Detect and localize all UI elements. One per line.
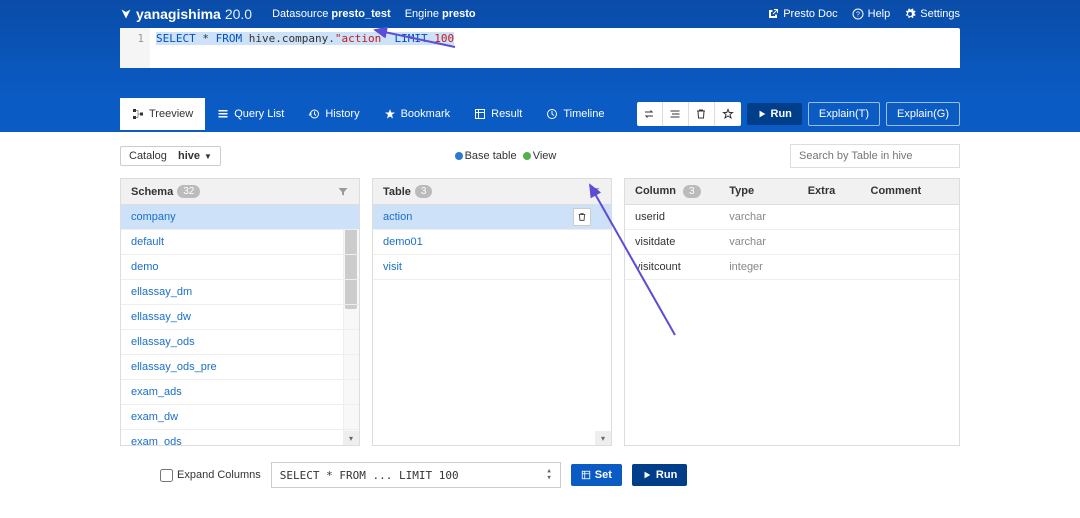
schema-item[interactable]: default bbox=[121, 230, 359, 255]
schema-item[interactable]: ellassay_ods bbox=[121, 330, 359, 355]
filter-icon[interactable] bbox=[589, 186, 601, 198]
catalog-select[interactable]: Catalog hive ▼ bbox=[120, 146, 221, 166]
sql-code[interactable]: SELECT * FROM hive.company."action" LIMI… bbox=[150, 28, 960, 68]
format-icon[interactable] bbox=[663, 102, 689, 126]
col-header-type: Type bbox=[729, 185, 808, 198]
explain-g-button[interactable]: Explain(G) bbox=[886, 102, 960, 126]
schema-panel: Schema 32 ▴ ▾ companydefaultdemoellassay… bbox=[120, 178, 360, 446]
tab-result[interactable]: Result bbox=[462, 98, 534, 130]
chevron-down-icon: ▼ bbox=[204, 152, 212, 161]
search-input[interactable] bbox=[790, 144, 960, 168]
tab-timeline[interactable]: Timeline bbox=[534, 98, 616, 130]
tab-history[interactable]: History bbox=[296, 98, 371, 130]
trash-icon[interactable] bbox=[689, 102, 715, 126]
schema-item[interactable]: ellassay_dm bbox=[121, 280, 359, 305]
table-item[interactable]: visit bbox=[373, 255, 611, 280]
schema-item[interactable]: exam_dw bbox=[121, 405, 359, 430]
legend: Base table View bbox=[221, 150, 790, 162]
table-list[interactable]: ▴ ▾ actiondemo01visit bbox=[373, 205, 611, 445]
app-version: 20.0 bbox=[225, 6, 252, 22]
schema-count: 32 bbox=[177, 185, 200, 198]
sql-editor[interactable]: 1 SELECT * FROM hive.company."action" LI… bbox=[120, 28, 960, 68]
tab-querylist[interactable]: Query List bbox=[205, 98, 296, 130]
run-button[interactable]: Run bbox=[747, 103, 802, 125]
schema-item[interactable]: ellassay_dw bbox=[121, 305, 359, 330]
datasource-info: Datasource presto_test bbox=[272, 8, 391, 20]
scroll-down-icon[interactable]: ▾ bbox=[595, 431, 611, 445]
column-row: visitcountinteger bbox=[625, 255, 959, 280]
help-link[interactable]: ? Help bbox=[852, 8, 891, 20]
app-logo: yanagishima 20.0 bbox=[120, 6, 252, 22]
table-item[interactable]: action bbox=[373, 205, 611, 230]
filter-icon[interactable] bbox=[337, 186, 349, 198]
app-name: yanagishima bbox=[136, 6, 221, 22]
schema-item[interactable]: demo bbox=[121, 255, 359, 280]
table-title: Table bbox=[383, 186, 411, 198]
swap-icon[interactable] bbox=[637, 102, 663, 126]
col-header-extra: Extra bbox=[808, 185, 871, 198]
tab-bookmark[interactable]: Bookmark bbox=[372, 98, 463, 130]
explain-t-button[interactable]: Explain(T) bbox=[808, 102, 880, 126]
star-icon[interactable] bbox=[715, 102, 741, 126]
table-count: 3 bbox=[415, 185, 433, 198]
schema-item[interactable]: exam_ods bbox=[121, 430, 359, 445]
schema-list[interactable]: ▴ ▾ companydefaultdemoellassay_dmellassa… bbox=[121, 205, 359, 445]
svg-text:?: ? bbox=[856, 12, 860, 19]
presto-doc-link[interactable]: Presto Doc bbox=[767, 8, 837, 20]
schema-item[interactable]: company bbox=[121, 205, 359, 230]
schema-item[interactable]: ellassay_ods_pre bbox=[121, 355, 359, 380]
column-row: visitdatevarchar bbox=[625, 230, 959, 255]
run-button-bottom[interactable]: Run bbox=[632, 464, 687, 486]
col-header-column: Column bbox=[635, 185, 676, 197]
template-select[interactable]: SELECT * FROM ... LIMIT 100 ▴▾ bbox=[271, 462, 561, 488]
column-row: useridvarchar bbox=[625, 205, 959, 230]
schema-item[interactable]: exam_ads bbox=[121, 380, 359, 405]
tab-treeview[interactable]: Treeview bbox=[120, 98, 205, 130]
schema-title: Schema bbox=[131, 186, 173, 198]
table-panel: Table 3 ▴ ▾ actiondemo01visit bbox=[372, 178, 612, 446]
trash-icon[interactable] bbox=[573, 208, 591, 226]
line-gutter: 1 bbox=[120, 28, 150, 68]
column-panel: Column 3 Type Extra Comment useridvarcha… bbox=[624, 178, 960, 446]
engine-info: Engine presto bbox=[405, 8, 476, 20]
set-button[interactable]: Set bbox=[571, 464, 622, 486]
settings-link[interactable]: Settings bbox=[904, 8, 960, 20]
updown-icon: ▴▾ bbox=[546, 468, 551, 482]
col-header-comment: Comment bbox=[871, 185, 950, 198]
table-item[interactable]: demo01 bbox=[373, 230, 611, 255]
expand-columns-checkbox[interactable]: Expand Columns bbox=[160, 469, 261, 482]
